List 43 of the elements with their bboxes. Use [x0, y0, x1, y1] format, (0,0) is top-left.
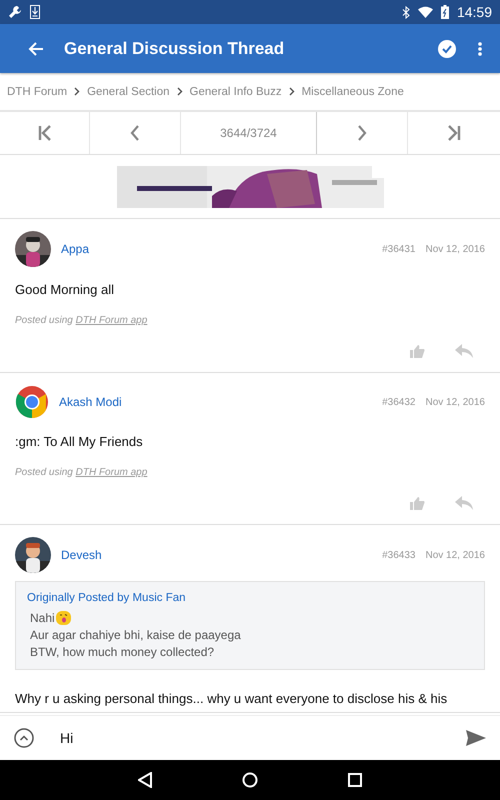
- thread-title: General Discussion Thread: [64, 38, 286, 58]
- signature-text: Posted using DTH Forum app: [15, 315, 148, 326]
- post-text: :gm: To All My Friends: [15, 433, 144, 451]
- chevron-right-icon: [74, 87, 80, 96]
- home-circle-icon[interactable]: [242, 772, 258, 788]
- post-date: Nov 12, 2016: [426, 396, 485, 408]
- post-text: Good Morning all: [15, 281, 115, 299]
- breadcrumb-link[interactable]: DTH Forum: [7, 86, 68, 98]
- breadcrumb-link[interactable]: General Info Buzz: [190, 86, 282, 98]
- chevron-left-icon[interactable]: [130, 125, 140, 141]
- post-number: #36433: [382, 550, 416, 560]
- circle-logo-icon: [15, 385, 49, 419]
- post-number: #36432: [382, 396, 416, 408]
- wrench-icon: [8, 5, 22, 19]
- chevron-right-icon: [288, 87, 295, 96]
- author-link[interactable]: Devesh: [61, 548, 372, 562]
- author-link[interactable]: Appa: [61, 242, 372, 256]
- author-link[interactable]: Akash Modi: [59, 395, 372, 409]
- post-date: Nov 12, 2016: [426, 244, 485, 254]
- recents-square-icon[interactable]: [348, 773, 362, 787]
- quote-line: Nahi: [30, 611, 55, 625]
- post-date: Nov 12, 2016: [426, 550, 485, 560]
- emoji-icon: [56, 611, 71, 625]
- post-text: Why r u asking personal things... why u want everyone to disclose his & his: [15, 690, 448, 708]
- last-page-icon[interactable]: [447, 125, 461, 141]
- battery-icon: [440, 5, 449, 19]
- first-page-icon[interactable]: [38, 125, 52, 141]
- quote-line: Aur agar chahiye bhi, kaise de paayega: [30, 628, 241, 642]
- post-number: #36431: [382, 244, 416, 254]
- quote-author: Originally Posted by Music Fan: [27, 592, 187, 604]
- chevron-right-icon[interactable]: [357, 125, 367, 141]
- wifi-icon: [418, 6, 433, 18]
- breadcrumb-link[interactable]: General Section: [87, 86, 170, 98]
- quote-line: BTW, how much money collected?: [30, 645, 214, 659]
- download-icon: [30, 5, 40, 19]
- bluetooth-icon: [402, 6, 410, 18]
- chevron-right-icon: [176, 87, 183, 96]
- signature-link[interactable]: DTH Forum app: [76, 315, 148, 326]
- signature-text: Posted using DTH Forum app: [15, 467, 148, 478]
- clock-time: 14:59: [456, 4, 492, 20]
- breadcrumb-link[interactable]: Miscellaneous Zone: [302, 86, 404, 98]
- back-triangle-icon[interactable]: [138, 772, 152, 788]
- signature-link[interactable]: DTH Forum app: [76, 467, 148, 478]
